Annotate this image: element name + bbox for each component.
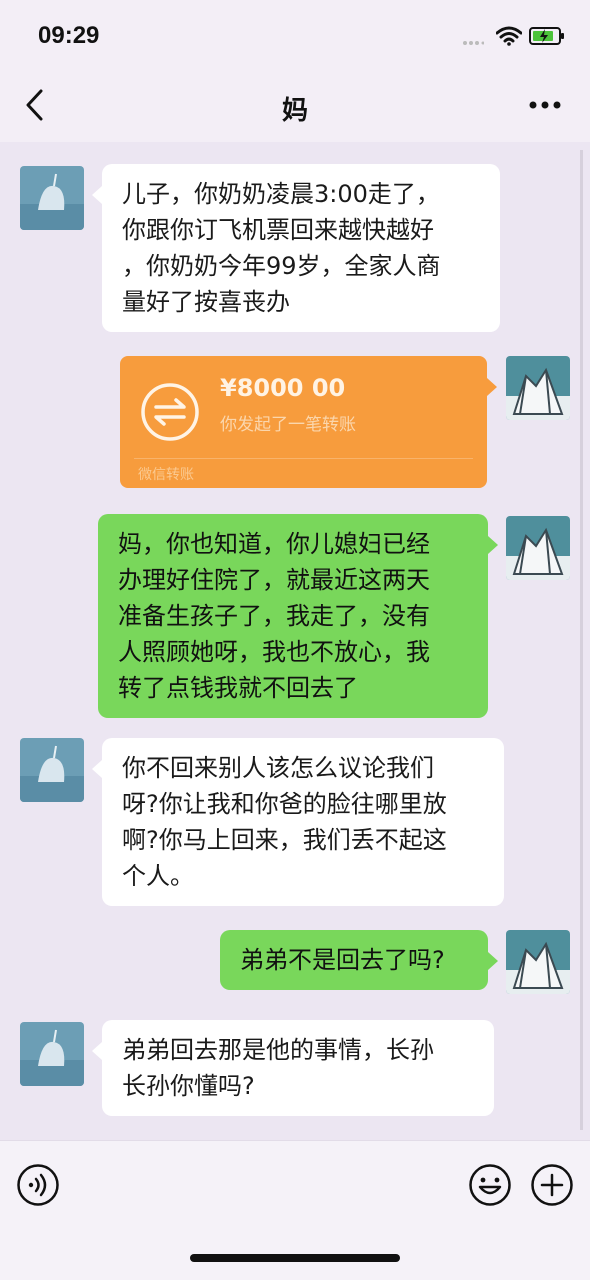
message-line: 你跟你订飞机票回来越快越好 [122, 216, 434, 244]
transfer-description: 你发起了一笔转账 [220, 415, 356, 435]
chat-header: 妈 [0, 70, 590, 142]
message-bubble-incoming[interactable]: 儿子，你奶奶凌晨3:00走了， 你跟你订飞机票回来越快越好 ，你奶奶今年99岁，… [92, 164, 500, 332]
message-line: 弟弟回去那是他的事情，长孙 [122, 1036, 434, 1064]
battery-icon [529, 27, 564, 45]
transfer-arrows-icon [141, 383, 199, 441]
chat-area[interactable]: 儿子，你奶奶凌晨3:00走了， 你跟你订飞机票回来越快越好 ，你奶奶今年99岁，… [0, 142, 590, 1140]
transfer-footer: 微信转账 [138, 467, 194, 483]
contact-avatar[interactable] [20, 1022, 84, 1086]
message-line: 办理好住院了，就最近这两天 [118, 566, 430, 594]
my-avatar[interactable] [506, 516, 570, 580]
contact-avatar[interactable] [20, 166, 84, 230]
my-avatar[interactable] [506, 930, 570, 994]
transfer-amount: ¥8000 00 [220, 374, 346, 402]
message-line: 人照顾她呀，我也不放心，我 [118, 638, 430, 666]
message-bubble-outgoing[interactable]: 弟弟不是回去了吗? [220, 930, 498, 990]
chat-title: 妈 [281, 96, 308, 126]
message-line: 弟弟不是回去了吗? [240, 946, 445, 974]
more-dots-icon[interactable] [528, 100, 562, 110]
status-time: 09:29 [38, 22, 100, 49]
contact-avatar[interactable] [20, 738, 84, 802]
message-bubble-incoming[interactable]: 弟弟回去那是他的事情，长孙 长孙你懂吗? [92, 1020, 494, 1116]
message-line: 转了点钱我就不回去了 [118, 674, 358, 702]
wifi-icon [496, 26, 522, 46]
message-line: ，你奶奶今年99岁，全家人商 [122, 252, 441, 280]
message-line: 妈，你也知道，你儿媳妇已经 [118, 530, 430, 558]
chat-scrollbar[interactable] [580, 150, 583, 1130]
message-line: 长孙你懂吗? [122, 1072, 255, 1100]
message-line: 呀?你让我和你爸的脸往哪里放 [122, 790, 447, 818]
signal-icon [463, 41, 484, 45]
voice-icon[interactable] [16, 1163, 60, 1207]
message-line: 个人。 [122, 862, 194, 890]
message-bubble-outgoing[interactable]: 妈，你也知道，你儿媳妇已经 办理好住院了，就最近这两天 准备生孩子了，我走了，没… [98, 514, 498, 718]
plus-icon[interactable] [530, 1163, 574, 1207]
transfer-card[interactable]: ¥8000 00 你发起了一笔转账 微信转账 [120, 356, 497, 488]
message-line: 量好了按喜丧办 [122, 288, 290, 316]
status-bar: 09:29 [0, 0, 590, 70]
message-line: 你不回来别人该怎么议论我们 [122, 754, 434, 782]
message-line: 准备生孩子了，我走了，没有 [118, 602, 430, 630]
home-indicator[interactable] [190, 1254, 400, 1262]
message-line: 啊?你马上回来，我们丢不起这 [122, 826, 447, 854]
message-bubble-incoming[interactable]: 你不回来别人该怎么议论我们 呀?你让我和你爸的脸往哪里放 啊?你马上回来，我们丢… [92, 738, 504, 906]
divider [134, 458, 473, 459]
emoji-icon[interactable] [468, 1163, 512, 1207]
message-line: 儿子，你奶奶凌晨3:00走了， [122, 180, 440, 208]
message-input[interactable] [76, 1159, 458, 1211]
my-avatar[interactable] [506, 356, 570, 420]
